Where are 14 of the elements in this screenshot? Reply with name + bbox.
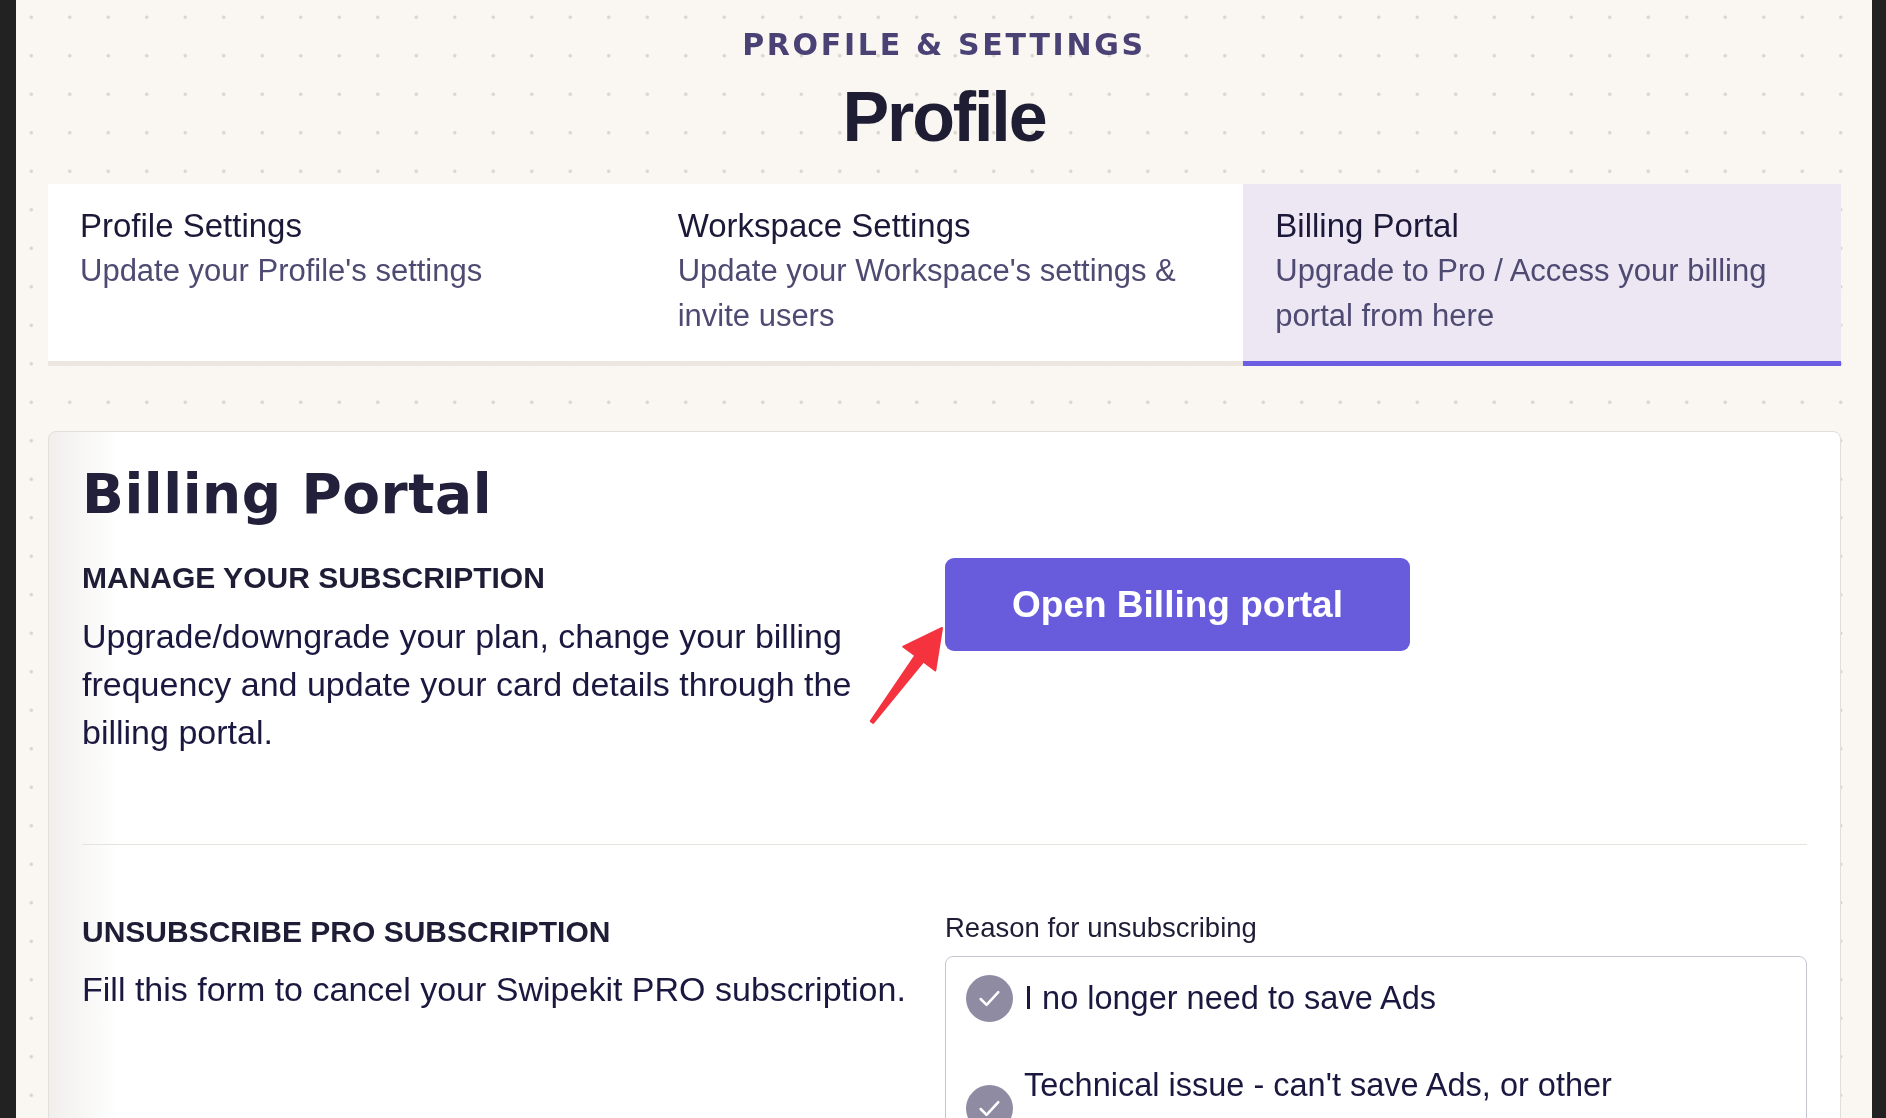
reason-option[interactable]: Technical issue - can't save Ads, or other [966, 1061, 1786, 1118]
page-title: Profile [842, 77, 1046, 157]
tab[interactable]: Profile Settings Update your Profile's settings [48, 184, 646, 366]
section-title: Billing Portal [82, 461, 493, 527]
section-description: Upgrade/downgrade your plan, change your billing frequency and update your card details through the billing portal. [82, 616, 853, 753]
open-billing-button[interactable]: Open Billing portal [945, 558, 1410, 651]
tab[interactable]: Workspace Settings Update your Workspace's settings & invite users [645, 184, 1244, 366]
section-heading: UNSUBSCRIBE PRO SUBSCRIPTION [82, 914, 611, 950]
reason-option[interactable]: I no longer need to save Ads [966, 974, 1786, 1022]
field-label: Reason for unsubscribing [945, 911, 1257, 945]
page-eyebrow: PROFILE & SETTINGS [742, 27, 1146, 63]
tab[interactable]: Billing Portal Upgrade to Pro / Access your billing portal from here [1243, 184, 1841, 366]
section-description: Fill this form to cancel your Swipekit PRO subscription. [82, 969, 906, 1010]
section-heading: MANAGE YOUR SUBSCRIPTION [82, 560, 545, 596]
